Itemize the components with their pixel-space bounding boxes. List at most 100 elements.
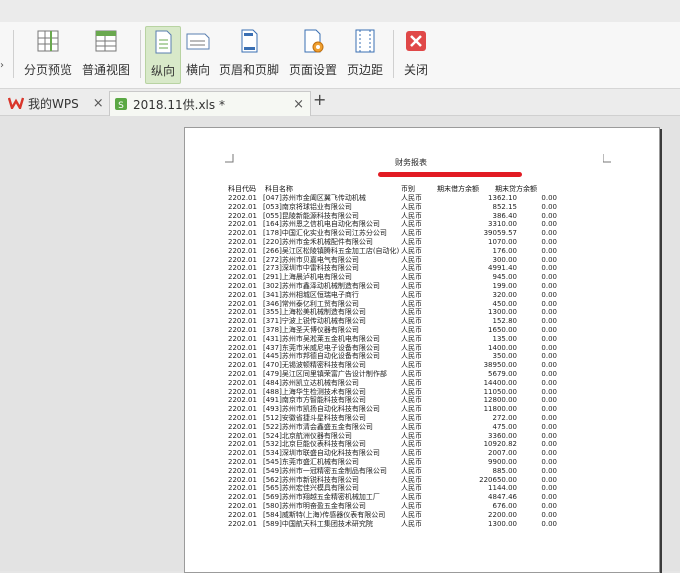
closing-debit-cell: 272.00 bbox=[492, 414, 518, 422]
tab-my-wps-close-icon[interactable]: × bbox=[93, 96, 104, 111]
closing-credit-cell: 0.00 bbox=[541, 396, 557, 405]
print-preview-toolbar: › 分页预览 普通视图 纵向 横向 页眉和页脚 页面设置 页边距 关闭 bbox=[0, 22, 680, 89]
header-footer-button[interactable]: 页眉和页脚 bbox=[217, 26, 281, 82]
table-row: 2202.01 [378]上海圣天博仪器有限公司 人民币 1650.00 0.00 bbox=[185, 326, 659, 335]
currency-cell: 人民币 bbox=[401, 431, 422, 440]
closing-credit-cell: 0.00 bbox=[541, 422, 557, 431]
closing-debit-cell: 199.00 bbox=[492, 282, 518, 290]
account-name-cell: [534]深圳市联盛自动化科技有限公司 bbox=[263, 449, 380, 458]
currency-cell: 人民币 bbox=[401, 493, 422, 502]
closing-debit-cell: 475.00 bbox=[492, 422, 518, 431]
table-row: 2202.01 [355]上海松美机械制造有限公司 人民币 1300.00 0.00 bbox=[185, 308, 659, 317]
preview-workspace: 财务报表 科目代码 科目名称 币别 期末借方余额 期末贷方余额 2202.01 [… bbox=[0, 116, 680, 573]
account-code-cell: 2202.01 bbox=[228, 484, 257, 493]
tab-my-wps[interactable]: 我的WPS × bbox=[8, 91, 106, 115]
table-row: 2202.01 [493]苏州市凯扬自动化科技有限公司 人民币 11800.00 0.0… bbox=[185, 405, 659, 414]
tab-document-close-icon[interactable]: × bbox=[293, 97, 304, 112]
header-closing-credit: 期末贷方余额 bbox=[495, 185, 537, 193]
account-name-cell: [589]中国航天科工集团技术研究院 bbox=[263, 519, 373, 528]
account-code-cell: 2202.01 bbox=[228, 510, 257, 519]
closing-debit-cell: 39059.57 bbox=[483, 229, 517, 238]
currency-cell: 人民币 bbox=[401, 396, 422, 405]
closing-credit-cell: 0.00 bbox=[541, 299, 557, 308]
table-row: 2202.01 [545]东莞市盛汇机械有限公司 人民币 9900.00 0.00 bbox=[185, 458, 659, 467]
account-name-cell: [431]苏州市吴淞莱五金机电有限公司 bbox=[263, 334, 380, 343]
wps-logo-icon bbox=[8, 97, 24, 109]
currency-cell: 人民币 bbox=[401, 422, 422, 431]
account-name-cell: [569]苏州市翔越五金精密机械加工厂 bbox=[263, 493, 380, 502]
closing-debit-cell: 945.00 bbox=[492, 273, 518, 282]
closing-debit-cell: 676.00 bbox=[492, 502, 518, 510]
account-code-cell: 2202.01 bbox=[228, 466, 257, 475]
toolbar-overflow-arrow[interactable]: › bbox=[0, 60, 4, 71]
currency-cell: 人民币 bbox=[401, 220, 422, 229]
table-row: 2202.01 [053]南京将球铝业有限公司 人民币 852.15 0.00 bbox=[185, 203, 659, 212]
currency-cell: 人民币 bbox=[401, 458, 422, 466]
account-code-cell: 2202.01 bbox=[228, 361, 257, 370]
landscape-button[interactable]: 横向 bbox=[182, 26, 214, 82]
portrait-button[interactable]: 纵向 bbox=[145, 26, 181, 84]
margins-button[interactable]: 页边距 bbox=[344, 26, 386, 82]
closing-debit-cell: 2200.00 bbox=[488, 510, 517, 519]
closing-credit-cell: 0.00 bbox=[541, 449, 557, 458]
new-tab-plus-icon[interactable]: + bbox=[313, 90, 326, 109]
currency-cell: 人民币 bbox=[401, 202, 422, 211]
closing-debit-cell: 1070.00 bbox=[488, 238, 517, 246]
page-setup-label: 页面设置 bbox=[288, 63, 337, 77]
page-setup-button[interactable]: 页面设置 bbox=[287, 26, 339, 82]
currency-cell: 人民币 bbox=[401, 414, 422, 422]
closing-debit-cell: 852.15 bbox=[492, 202, 518, 211]
margin-corner-mark bbox=[603, 154, 611, 163]
account-code-cell: 2202.01 bbox=[228, 282, 257, 290]
closing-credit-cell: 0.00 bbox=[541, 352, 557, 361]
closing-debit-cell: 38950.00 bbox=[483, 361, 517, 370]
page-setup-icon bbox=[304, 29, 324, 53]
account-name-cell: [479]吴江区同里镇荣富广告设计制作部 bbox=[263, 370, 387, 378]
tab-document[interactable]: S 2018.11供.xls * × bbox=[109, 91, 311, 116]
account-code-cell: 2202.01 bbox=[228, 431, 257, 440]
currency-cell: 人民币 bbox=[401, 238, 422, 246]
close-label: 关闭 bbox=[403, 63, 428, 77]
currency-cell: 人民币 bbox=[401, 282, 422, 290]
account-name-cell: [355]上海松美机械制造有限公司 bbox=[263, 308, 366, 317]
table-row: 2202.01 [273]深圳市中雷科技有限公司 人民币 4991.40 0.00 bbox=[185, 264, 659, 273]
account-code-cell: 2202.01 bbox=[228, 440, 257, 449]
closing-debit-cell: 152.80 bbox=[492, 317, 518, 326]
normal-view-button[interactable]: 普通视图 bbox=[80, 26, 132, 82]
table-row: 2202.01 [549]苏州市一冠精密五金制品有限公司 人民币 885.00 0.00 bbox=[185, 467, 659, 476]
closing-debit-cell: 885.00 bbox=[492, 466, 518, 475]
account-name-cell: [470]无锡波顿精密科技有限公司 bbox=[263, 361, 366, 370]
closing-credit-cell: 0.00 bbox=[541, 440, 557, 449]
currency-cell: 人民币 bbox=[401, 378, 422, 387]
table-row: 2202.01 [512]安徽省捷斗星科技有限公司 人民币 272.00 0.00 bbox=[185, 414, 659, 423]
header-closing-debit: 期末借方余额 bbox=[437, 185, 479, 193]
account-name-cell: [266]吴江区松陵镇腾科五金加工店(自动化) bbox=[263, 246, 399, 255]
account-code-cell: 2202.01 bbox=[228, 502, 257, 510]
account-code-cell: 2202.01 bbox=[228, 194, 257, 202]
header-footer-icon bbox=[241, 29, 258, 53]
closing-credit-cell: 0.00 bbox=[541, 405, 557, 414]
close-preview-button[interactable]: 关闭 bbox=[400, 26, 432, 82]
table-row: 2202.01 [580]苏州市明奋盈五金有限公司 人民币 676.00 0.00 bbox=[185, 502, 659, 511]
closing-credit-cell: 0.00 bbox=[541, 255, 557, 264]
currency-cell: 人民币 bbox=[401, 387, 422, 396]
account-name-cell: [565]苏州宏佳兴模具有限公司 bbox=[263, 484, 359, 493]
header-account-name: 科目名称 bbox=[265, 185, 293, 193]
currency-cell: 人民币 bbox=[401, 290, 422, 299]
currency-cell: 人民币 bbox=[401, 264, 422, 273]
closing-debit-cell: 300.00 bbox=[492, 255, 518, 264]
closing-credit-cell: 0.00 bbox=[541, 326, 557, 334]
currency-cell: 人民币 bbox=[401, 299, 422, 308]
closing-debit-cell: 4847.46 bbox=[488, 493, 517, 502]
currency-cell: 人民币 bbox=[401, 255, 422, 264]
account-name-cell: [580]苏州市明奋盈五金有限公司 bbox=[263, 502, 366, 510]
currency-cell: 人民币 bbox=[401, 229, 422, 238]
closing-debit-cell: 2007.00 bbox=[488, 449, 517, 458]
page-break-preview-button[interactable]: 分页预览 bbox=[22, 26, 74, 82]
currency-cell: 人民币 bbox=[401, 308, 422, 317]
account-name-cell: [273]深圳市中雷科技有限公司 bbox=[263, 264, 359, 273]
closing-debit-cell: 450.00 bbox=[492, 299, 518, 308]
closing-debit-cell: 1362.10 bbox=[488, 194, 517, 202]
account-name-cell: [437]东莞市米威尼电子设备有限公司 bbox=[263, 343, 380, 352]
closing-credit-cell: 0.00 bbox=[541, 264, 557, 273]
